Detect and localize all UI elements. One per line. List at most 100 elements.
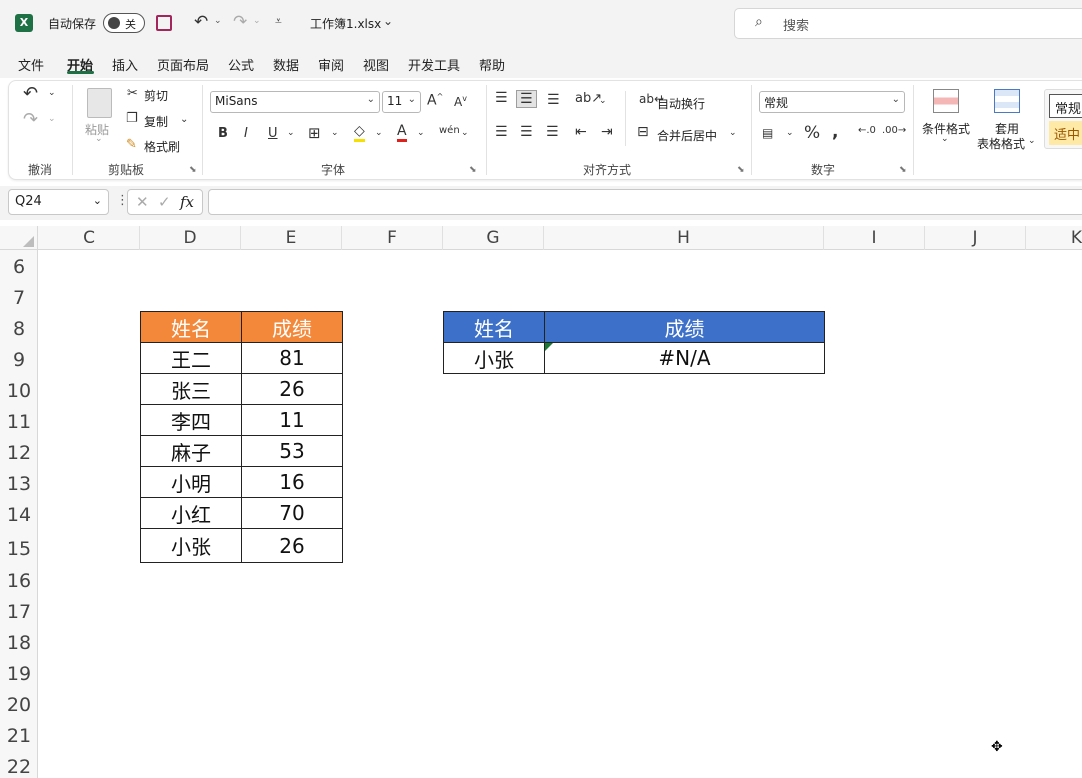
borders-icon[interactable]: ⊞ xyxy=(308,124,321,142)
conditional-format-icon[interactable] xyxy=(933,89,959,113)
font-color-icon[interactable]: A xyxy=(397,123,407,142)
formula-input[interactable] xyxy=(208,189,1082,215)
undo-dropdown-icon[interactable]: ⌄ xyxy=(48,88,56,98)
row-header[interactable]: 11 xyxy=(0,411,38,433)
tab-data[interactable]: 数据 xyxy=(273,55,299,74)
decrease-decimal-icon[interactable]: .00→ xyxy=(882,125,906,136)
phonetic-dropdown-icon[interactable]: ⌄ xyxy=(461,128,469,138)
tab-help[interactable]: 帮助 xyxy=(479,55,505,74)
accounting-dropdown-icon[interactable]: ⌄ xyxy=(786,128,794,138)
row-header[interactable]: 7 xyxy=(0,287,38,309)
align-left-icon[interactable]: ☰ xyxy=(495,124,508,140)
format-as-table-dropdown-icon[interactable]: ⌄ xyxy=(1028,136,1036,146)
table-cell[interactable]: 53 xyxy=(241,435,343,467)
tab-formulas[interactable]: 公式 xyxy=(228,55,254,74)
table-cell[interactable]: 小明 xyxy=(140,466,242,498)
cancel-icon[interactable]: ✕ xyxy=(136,193,149,211)
format-painter-label[interactable]: 格式刷 xyxy=(144,138,180,155)
copy-icon[interactable]: ❐ xyxy=(126,111,138,126)
copy-label[interactable]: 复制 xyxy=(144,113,168,130)
redo-dropdown-icon[interactable]: ⌄ xyxy=(48,114,56,124)
font-launcher-icon[interactable]: ⬊ xyxy=(469,165,477,175)
format-as-table-icon[interactable] xyxy=(994,89,1020,113)
number-format-select[interactable]: 常规 ⌄ xyxy=(759,91,905,113)
enter-icon[interactable]: ✓ xyxy=(158,193,171,211)
column-header-g[interactable]: G xyxy=(443,226,544,250)
save-icon[interactable] xyxy=(156,15,172,31)
paste-dropdown-icon[interactable]: ⌄ xyxy=(95,134,103,144)
table-cell[interactable]: 70 xyxy=(241,497,343,529)
merge-center-label[interactable]: 合并后居中 xyxy=(657,127,717,144)
table-cell[interactable]: 李四 xyxy=(140,404,242,436)
table-cell[interactable]: 26 xyxy=(241,528,343,563)
style-neutral[interactable]: 适中 xyxy=(1049,121,1082,145)
wrap-text-label[interactable]: 自动换行 xyxy=(657,95,705,112)
increase-decimal-icon[interactable]: ←.0 xyxy=(858,125,876,136)
table-cell[interactable]: 小红 xyxy=(140,497,242,529)
decrease-indent-icon[interactable]: ⇤ xyxy=(575,124,587,140)
tab-file[interactable]: 文件 xyxy=(18,55,44,74)
style-normal[interactable]: 常规 xyxy=(1049,94,1082,118)
tab-page-layout[interactable]: 页面布局 xyxy=(157,55,209,74)
copy-dropdown-icon[interactable]: ⌄ xyxy=(180,114,188,125)
column-header-j[interactable]: J xyxy=(925,226,1026,250)
row-header[interactable]: 18 xyxy=(0,632,38,654)
cell-styles-gallery[interactable]: 常规 适中 xyxy=(1044,89,1082,149)
undo-icon[interactable]: ↶ xyxy=(23,83,38,104)
table-header-cell[interactable]: 成绩 xyxy=(544,311,825,343)
column-header-c[interactable]: C xyxy=(39,226,140,250)
row-header[interactable]: 6 xyxy=(0,256,38,278)
align-center-icon[interactable]: ☰ xyxy=(520,124,533,140)
merge-dropdown-icon[interactable]: ⌄ xyxy=(729,128,737,138)
table-cell[interactable]: 小张 xyxy=(140,528,242,563)
row-header[interactable]: 21 xyxy=(0,725,38,747)
font-name-select[interactable]: MiSans ⌄ xyxy=(210,91,380,113)
align-middle-icon[interactable]: ☰ xyxy=(516,90,537,108)
increase-font-icon[interactable]: A^ xyxy=(427,92,443,109)
clipboard-launcher-icon[interactable]: ⬊ xyxy=(189,165,197,175)
row-header[interactable]: 10 xyxy=(0,380,38,402)
fill-color-icon[interactable]: ◇ xyxy=(354,123,365,142)
table-cell[interactable]: 王二 xyxy=(140,342,242,374)
column-header-d[interactable]: D xyxy=(140,226,241,250)
fill-color-dropdown-icon[interactable]: ⌄ xyxy=(375,128,383,138)
format-as-table-label-2[interactable]: 表格格式 xyxy=(977,135,1025,152)
alignment-launcher-icon[interactable]: ⬊ xyxy=(737,165,745,175)
orientation-dropdown-icon[interactable]: ⌄ xyxy=(599,96,607,106)
redo-icon[interactable]: ↷ xyxy=(233,12,247,32)
row-header[interactable]: 15 xyxy=(0,538,38,560)
font-color-dropdown-icon[interactable]: ⌄ xyxy=(417,128,425,138)
select-all-corner[interactable] xyxy=(0,226,38,250)
row-header[interactable]: 22 xyxy=(0,756,38,778)
row-header[interactable]: 20 xyxy=(0,694,38,716)
phonetic-icon[interactable]: wén xyxy=(439,125,460,136)
percent-icon[interactable]: % xyxy=(804,123,820,143)
filename-chevron-icon[interactable]: ⌄ xyxy=(383,14,393,28)
table-cell[interactable]: 麻子 xyxy=(140,435,242,467)
italic-icon[interactable]: I xyxy=(244,126,248,141)
decrease-font-icon[interactable]: Av xyxy=(454,94,467,109)
row-header[interactable]: 12 xyxy=(0,442,38,464)
lookup-result-cell[interactable]: #N/A xyxy=(544,342,825,374)
row-header[interactable]: 13 xyxy=(0,473,38,495)
align-bottom-icon[interactable]: ☰ xyxy=(547,92,560,108)
search-box[interactable]: ⌕ 搜索 xyxy=(734,8,1082,39)
table-header-cell[interactable]: 成绩 xyxy=(241,311,343,343)
table-cell[interactable]: 26 xyxy=(241,373,343,405)
row-header[interactable]: 19 xyxy=(0,663,38,685)
table-cell[interactable]: 小张 xyxy=(443,342,545,374)
column-header-e[interactable]: E xyxy=(241,226,342,250)
name-box[interactable]: Q24 ⌄ xyxy=(8,189,109,215)
underline-dropdown-icon[interactable]: ⌄ xyxy=(287,128,295,138)
table-cell[interactable]: 11 xyxy=(241,404,343,436)
row-header[interactable]: 16 xyxy=(0,570,38,592)
tab-review[interactable]: 审阅 xyxy=(318,55,344,74)
cut-label[interactable]: 剪切 xyxy=(144,87,168,104)
autosave-toggle[interactable]: 关 xyxy=(103,13,145,33)
borders-dropdown-icon[interactable]: ⌄ xyxy=(331,128,339,138)
scissors-icon[interactable]: ✂ xyxy=(127,86,138,101)
file-name[interactable]: 工作簿1.xlsx xyxy=(310,15,381,32)
tab-view[interactable]: 视图 xyxy=(363,55,389,74)
underline-icon[interactable]: U xyxy=(268,126,278,141)
row-header[interactable]: 14 xyxy=(0,504,38,526)
